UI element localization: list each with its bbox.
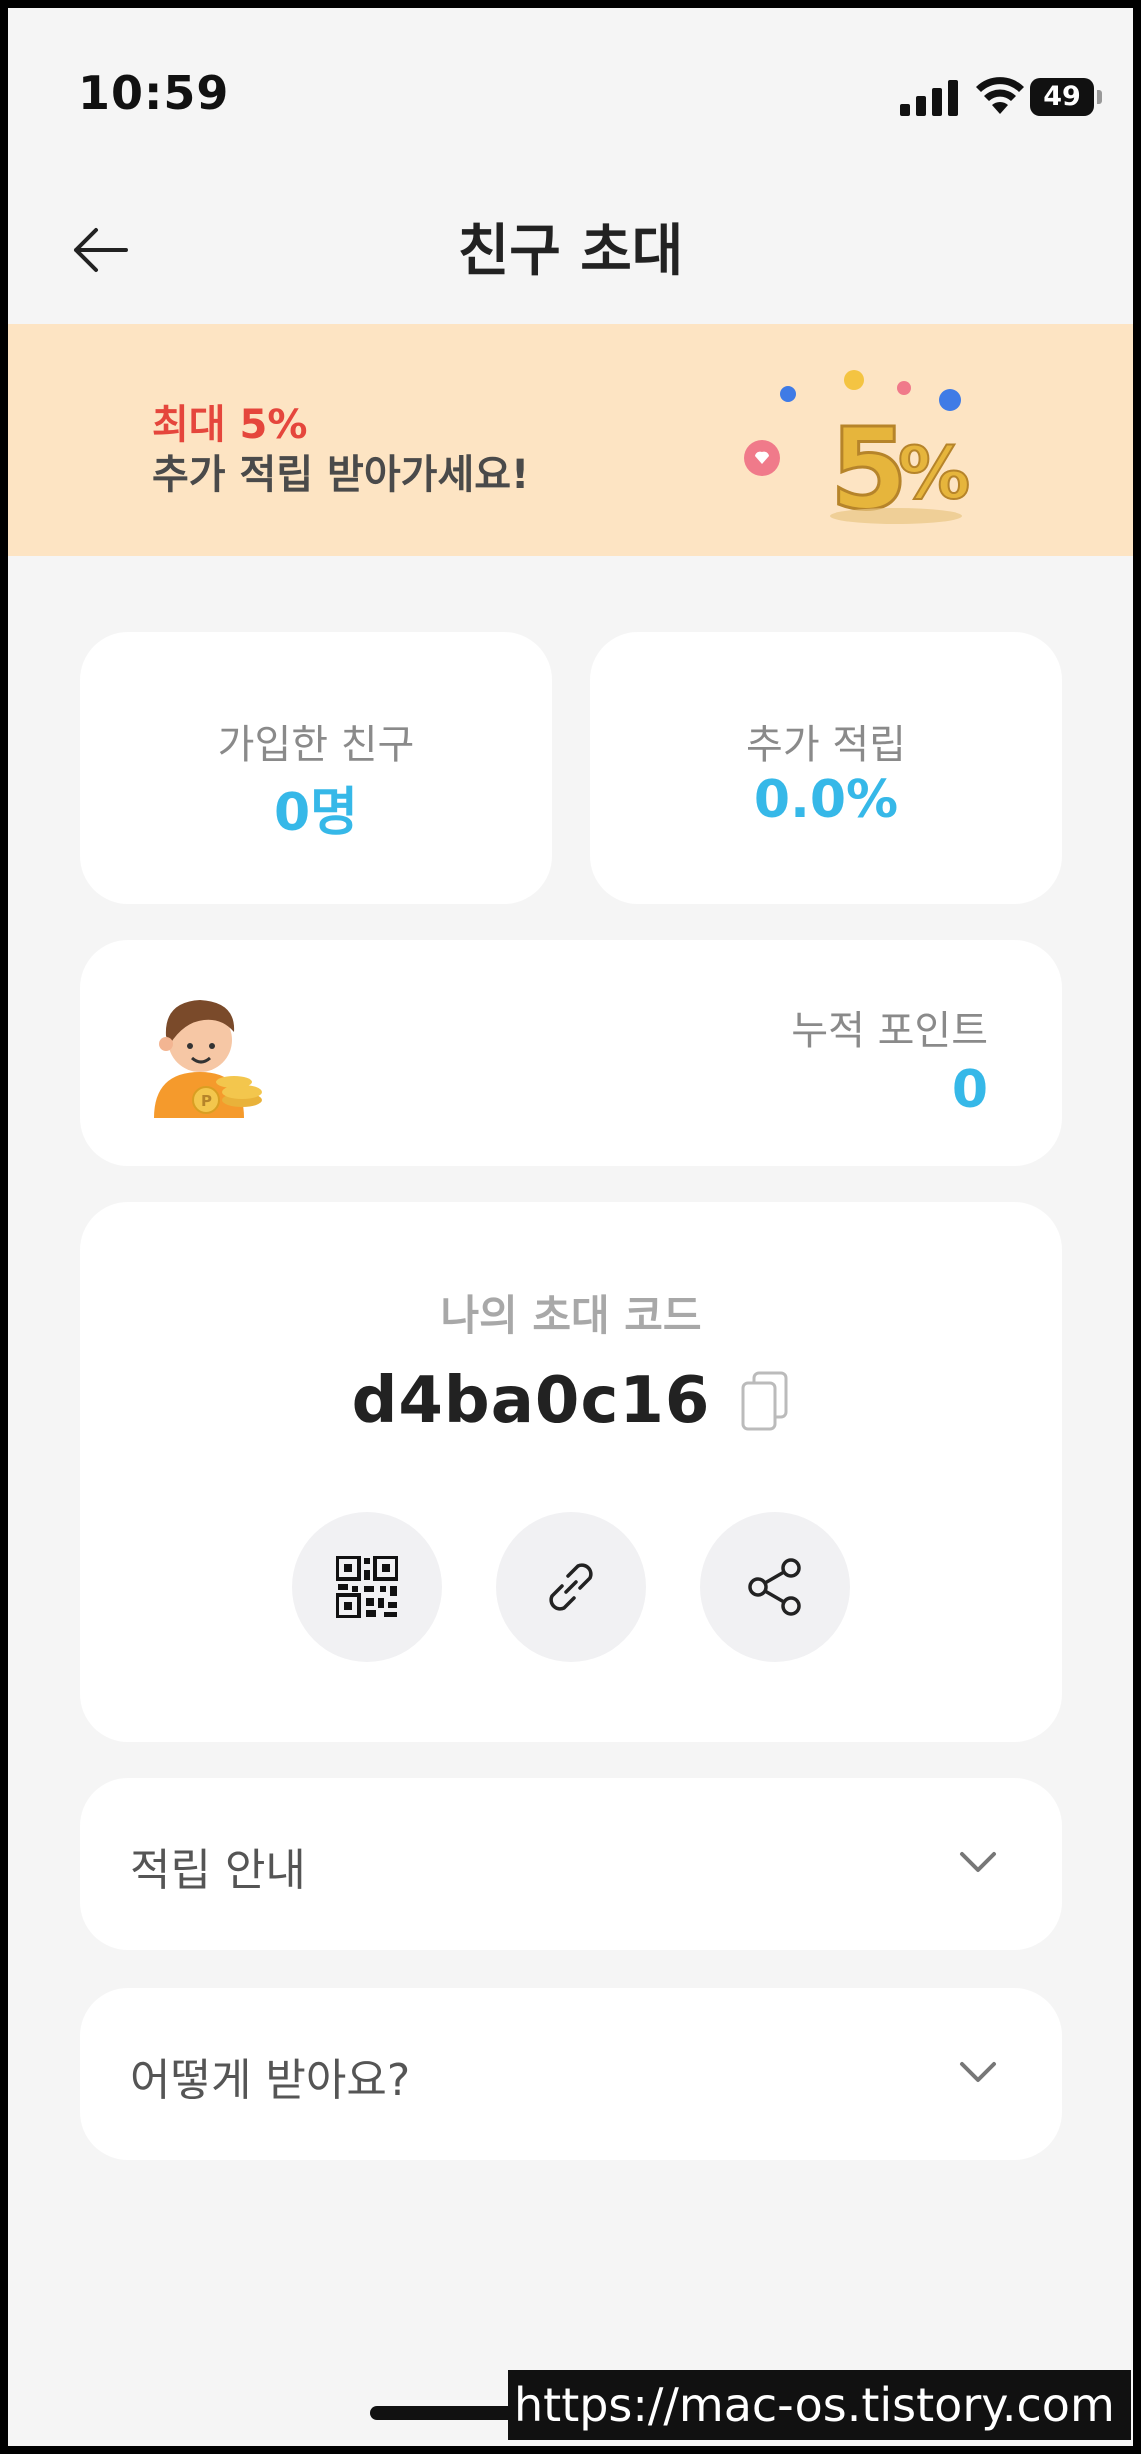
share-button[interactable] <box>700 1512 850 1662</box>
status-bar: 10:59 49 <box>8 8 1133 178</box>
page-title: 친구 초대 <box>457 219 684 284</box>
svg-text:%: % <box>898 431 970 515</box>
reward-guide-label: 적립 안내 <box>130 1845 306 1896</box>
app-screen: 10:59 49 친구 초대 최대 5% 추가 적립 받아가세요! 5 % 가입… <box>8 8 1133 2446</box>
extra-reward-value: 0.0% <box>753 770 899 830</box>
watermark: https://mac-os.tistory.com <box>508 2370 1131 2440</box>
points-label: 누적 포인트 <box>791 1008 988 1054</box>
share-icon <box>748 1558 801 1616</box>
extra-reward-card: 추가 적립 0.0% <box>590 632 1062 904</box>
friends-joined-value: 0명 <box>273 783 359 843</box>
copy-icon[interactable] <box>740 1371 790 1431</box>
five-percent-illustration: 5 % <box>744 370 971 528</box>
invite-code-value: d4ba0c16 <box>351 1364 711 1438</box>
accumulated-points-card: P 누적 포인트 0 <box>80 940 1062 1166</box>
cellular-signal-icon <box>900 80 958 116</box>
invite-code-card: 나의 초대 코드 d4ba0c16 <box>80 1202 1062 1742</box>
wifi-icon <box>976 77 1024 114</box>
status-time: 10:59 <box>78 66 230 120</box>
reward-guide-accordion[interactable]: 적립 안내 <box>80 1778 1062 1950</box>
points-value: 0 <box>951 1060 988 1120</box>
battery-icon: 49 <box>1030 78 1102 116</box>
qr-code-button[interactable] <box>292 1512 442 1662</box>
battery-level: 49 <box>1030 78 1094 116</box>
link-icon <box>549 1563 593 1611</box>
how-to-receive-accordion[interactable]: 어떻게 받아요? <box>80 1988 1062 2160</box>
nav-bar: 친구 초대 <box>8 178 1133 328</box>
promo-banner[interactable]: 최대 5% 추가 적립 받아가세요! 5 % <box>8 324 1133 556</box>
friends-joined-label: 가입한 친구 <box>217 722 415 768</box>
banner-subtext: 추가 적립 받아가세요! <box>152 452 530 498</box>
copy-link-button[interactable] <box>496 1512 646 1662</box>
avatar-with-coins-icon: P <box>154 1000 262 1118</box>
svg-text:P: P <box>201 1092 212 1110</box>
invite-code-label: 나의 초대 코드 <box>440 1291 702 1340</box>
friends-joined-card: 가입한 친구 0명 <box>80 632 552 904</box>
extra-reward-label: 추가 적립 <box>746 722 906 768</box>
chevron-down-icon <box>960 2062 996 2082</box>
chevron-down-icon <box>960 1852 996 1872</box>
how-to-receive-label: 어떻게 받아요? <box>130 2055 411 2106</box>
qr-code-icon <box>336 1556 398 1618</box>
